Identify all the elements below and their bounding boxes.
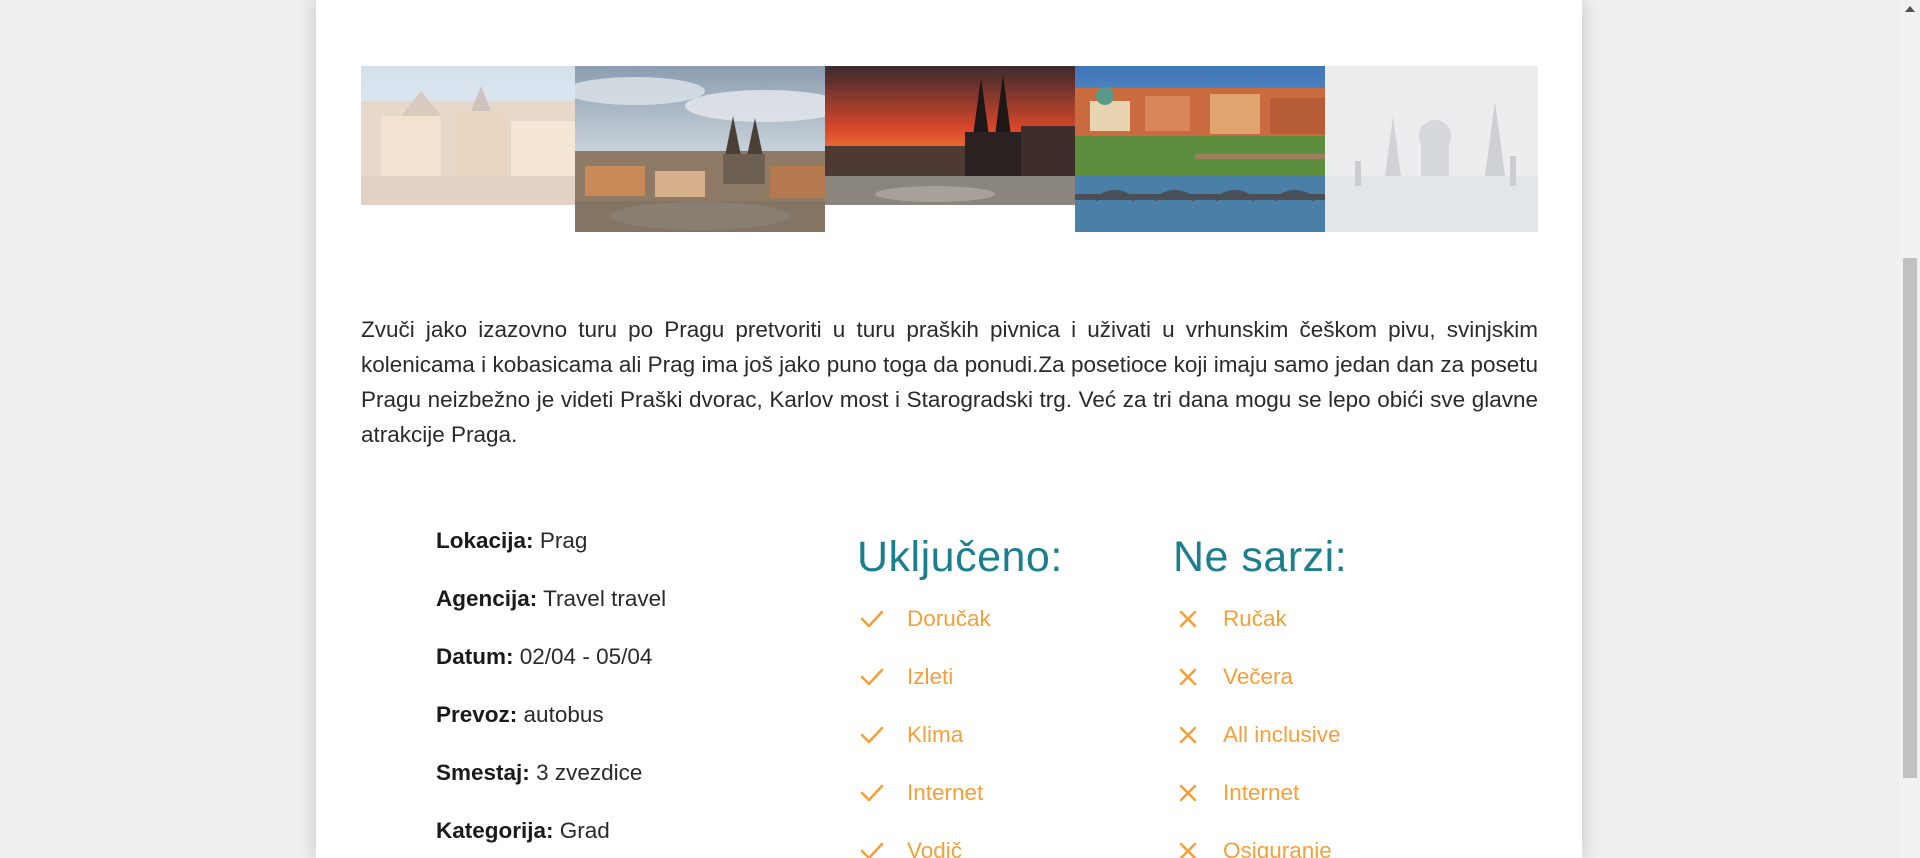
- feature-label: Doručak: [907, 606, 991, 631]
- detail-label: Prevoz:: [436, 702, 518, 727]
- check-icon: [859, 722, 885, 748]
- list-item: Internet: [857, 764, 1157, 822]
- list-item: Osiguranje: [1173, 822, 1473, 858]
- list-item: All inclusive: [1173, 706, 1473, 764]
- tour-description: Zvuči jako izazovno turu po Pragu pretvo…: [361, 317, 1538, 447]
- list-item: Večera: [1173, 648, 1473, 706]
- detail-agency: Agencija: Travel travel: [436, 586, 796, 644]
- check-icon: [859, 780, 885, 806]
- x-icon: [1175, 838, 1201, 858]
- feature-label: Klima: [907, 722, 964, 747]
- feature-label: Vodič: [907, 838, 963, 858]
- old-town-aerial-photo[interactable]: [575, 66, 825, 232]
- x-icon: [1175, 664, 1201, 690]
- prague-rooftops-photo[interactable]: [361, 66, 575, 205]
- x-icon: [1175, 722, 1201, 748]
- page-scrollbar[interactable]: [1900, 0, 1920, 858]
- detail-location: Lokacija: Prag: [436, 528, 796, 586]
- feature-label: Izleti: [907, 664, 954, 689]
- detail-label: Kategorija:: [436, 818, 554, 843]
- list-item: Internet: [1173, 764, 1473, 822]
- scroll-up-arrow-icon[interactable]: [1905, 6, 1915, 12]
- feature-label: Internet: [907, 780, 984, 805]
- included-title: Uključeno:: [857, 533, 1063, 581]
- detail-category: Kategorija: Grad: [436, 818, 796, 858]
- detail-label: Lokacija:: [436, 528, 534, 553]
- detail-label: Datum:: [436, 644, 514, 669]
- feature-label: Ručak: [1223, 606, 1287, 631]
- tyn-church-sunset-photo[interactable]: [825, 66, 1075, 205]
- excluded-list: Ne sarzi: Ručak Večera All inclusive Int…: [1173, 530, 1473, 858]
- detail-value: Prag: [539, 528, 588, 553]
- tour-card: Zvuči jako izazovno turu po Pragu pretvo…: [316, 0, 1582, 858]
- feature-label: Osiguranje: [1223, 838, 1332, 858]
- detail-accommodation: Smestaj: 3 zvezdice: [436, 760, 796, 818]
- list-item: Doručak: [857, 590, 1157, 648]
- list-item: Izleti: [857, 648, 1157, 706]
- scroll-thumb[interactable]: [1903, 258, 1917, 778]
- vltava-bridges-photo[interactable]: [1075, 66, 1325, 232]
- detail-value: 3 zvezdice: [536, 760, 643, 785]
- check-icon: [859, 606, 885, 632]
- detail-value: 02/04 - 05/04: [519, 644, 653, 669]
- list-item: Klima: [857, 706, 1157, 764]
- detail-label: Smestaj:: [436, 760, 530, 785]
- detail-date: Datum: 02/04 - 05/04: [436, 644, 796, 702]
- check-icon: [859, 838, 885, 858]
- included-list: Uključeno: Doručak Izleti Klima Internet: [857, 530, 1157, 858]
- list-item: Vodič: [857, 822, 1157, 858]
- check-icon: [859, 664, 885, 690]
- photo-gallery: [361, 66, 1538, 232]
- tour-details: Lokacija: Prag Agencija: Travel travel D…: [436, 528, 796, 858]
- detail-value: Travel travel: [543, 586, 667, 611]
- excluded-title: Ne sarzi:: [1173, 533, 1348, 581]
- detail-value: Grad: [559, 818, 610, 843]
- feature-label: Večera: [1223, 664, 1294, 689]
- x-icon: [1175, 780, 1201, 806]
- list-item: Ručak: [1173, 590, 1473, 648]
- detail-transport: Prevoz: autobus: [436, 702, 796, 760]
- detail-value: autobus: [523, 702, 604, 727]
- feature-label: All inclusive: [1223, 722, 1341, 747]
- feature-label: Internet: [1223, 780, 1300, 805]
- x-icon: [1175, 606, 1201, 632]
- detail-label: Agencija:: [436, 586, 538, 611]
- charles-bridge-fog-photo[interactable]: [1325, 66, 1538, 232]
